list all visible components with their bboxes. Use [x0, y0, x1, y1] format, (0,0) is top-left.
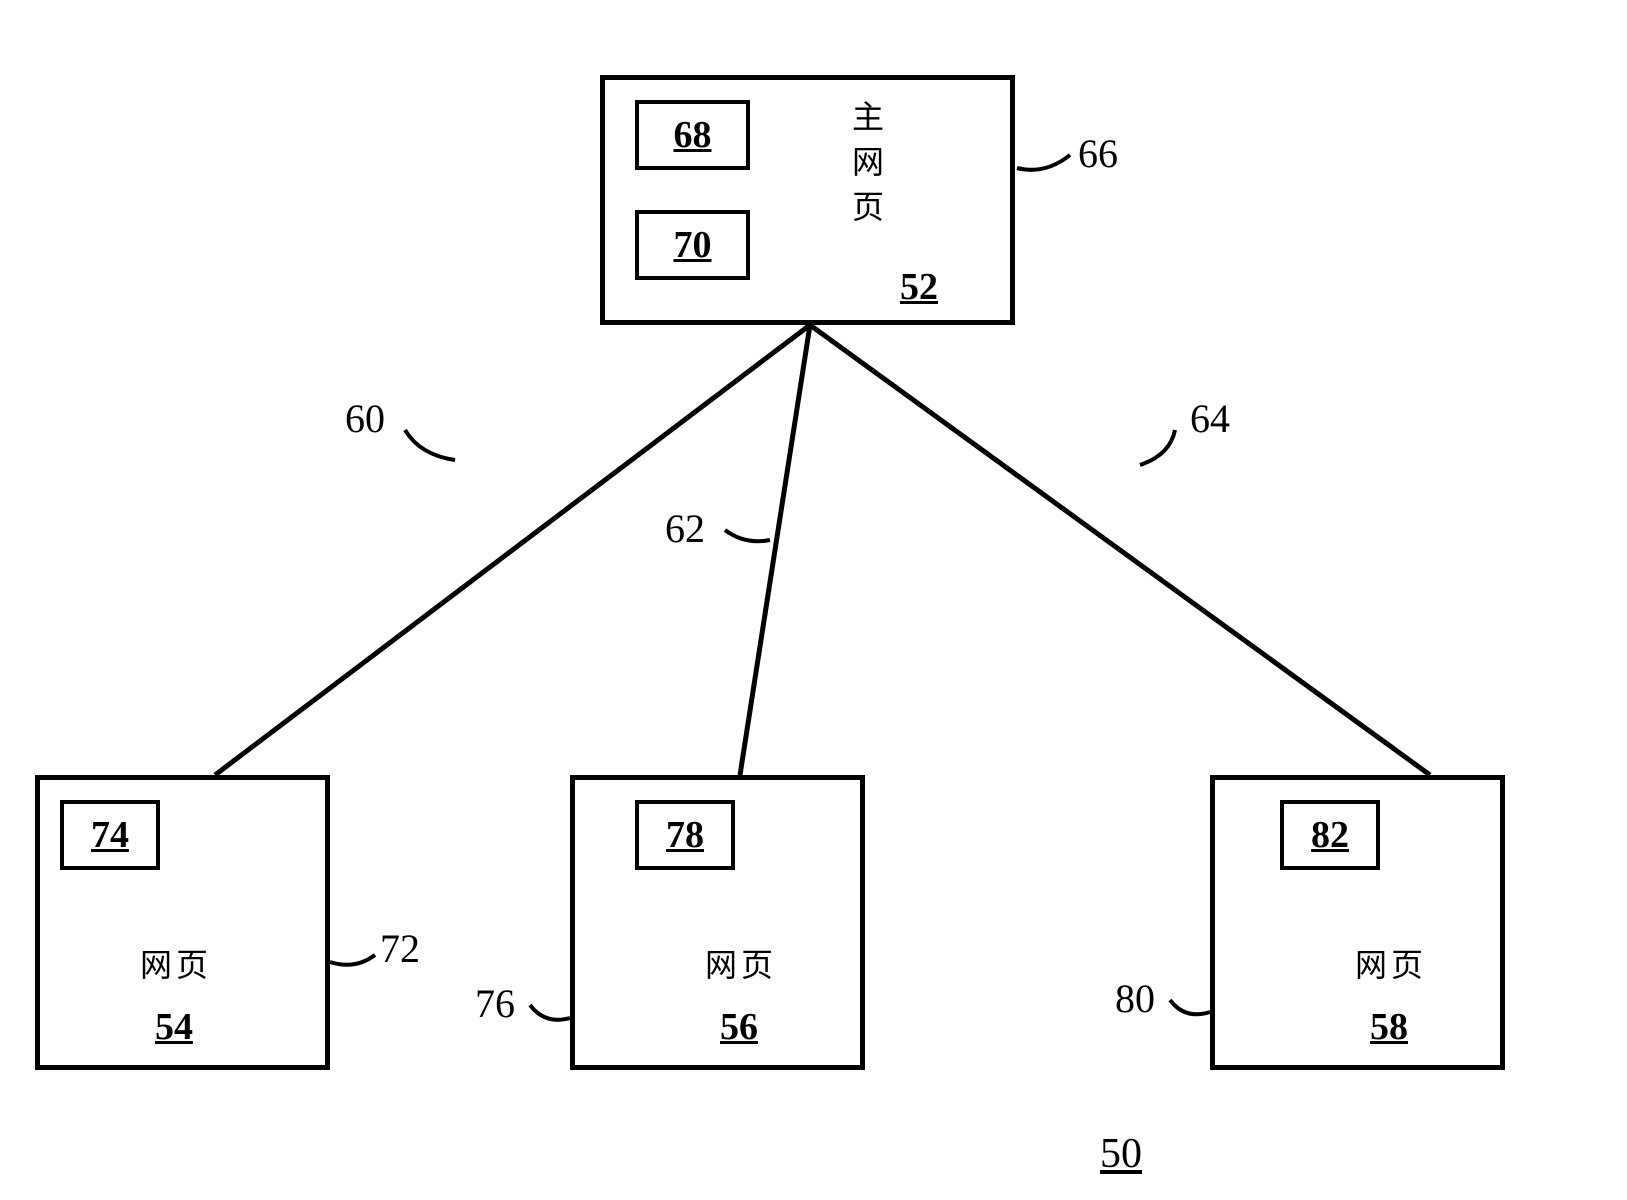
- child-page-node-3: 82 网页 58: [1210, 775, 1505, 1070]
- main-page-node: 68 70 主 网 页 52: [600, 75, 1015, 325]
- inner-box-78: 78: [635, 800, 735, 870]
- callout-62: 62: [665, 505, 705, 552]
- child-page-label: 网页: [140, 940, 212, 986]
- child-page-label: 网页: [705, 940, 777, 986]
- child-page-node-1: 74 网页 54: [35, 775, 330, 1070]
- inner-box-74: 74: [60, 800, 160, 870]
- inner-box-label: 70: [674, 223, 712, 267]
- inner-box-68: 68: [635, 100, 750, 170]
- child-page-ref: 54: [155, 1005, 193, 1049]
- figure-reference: 50: [1100, 1130, 1142, 1178]
- callout-80: 80: [1115, 975, 1155, 1022]
- callout-76: 76: [475, 980, 515, 1027]
- child-page-ref: 56: [720, 1005, 758, 1049]
- main-page-ref: 52: [900, 265, 938, 309]
- child-page-label: 网页: [1355, 940, 1427, 986]
- child-page-ref: 58: [1370, 1005, 1408, 1049]
- inner-box-label: 68: [674, 113, 712, 157]
- child-page-node-2: 78 网页 56: [570, 775, 865, 1070]
- inner-box-label: 82: [1311, 813, 1349, 857]
- inner-box-label: 74: [91, 813, 129, 857]
- callout-72: 72: [380, 925, 420, 972]
- callout-64: 64: [1190, 395, 1230, 442]
- inner-box-70: 70: [635, 210, 750, 280]
- callout-60: 60: [345, 395, 385, 442]
- inner-box-82: 82: [1280, 800, 1380, 870]
- callout-66: 66: [1078, 130, 1118, 177]
- main-page-label: 主 网 页: [850, 95, 890, 229]
- inner-box-label: 78: [666, 813, 704, 857]
